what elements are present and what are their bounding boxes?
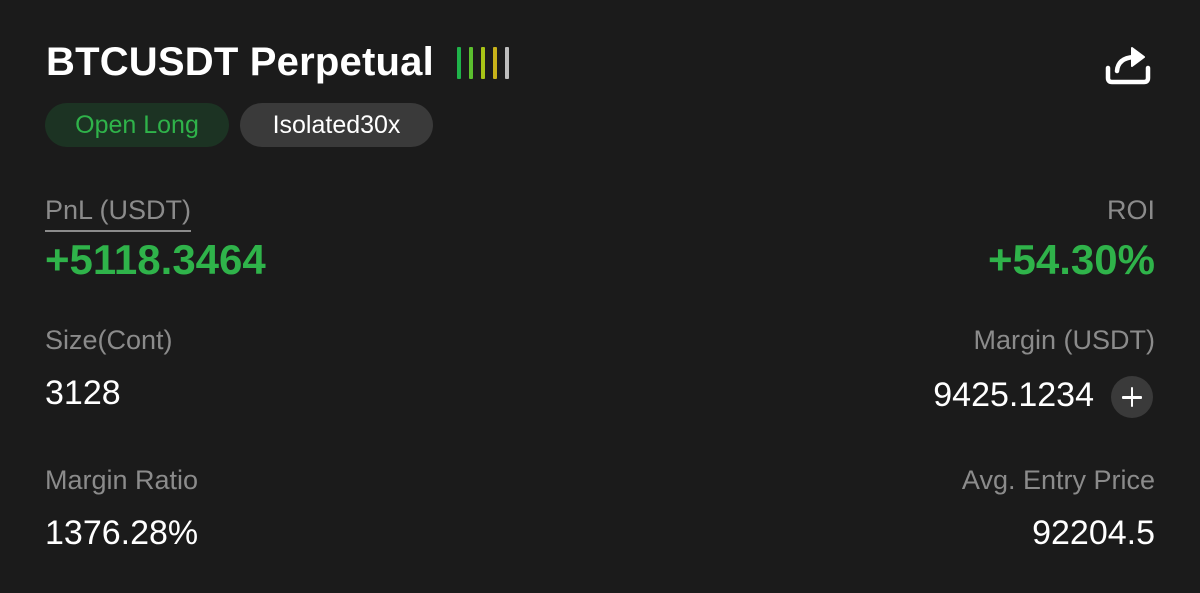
- margin-ratio-value: 1376.28%: [45, 514, 199, 552]
- entry-price-value: 92204.5: [1032, 514, 1155, 552]
- risk-bar: [493, 47, 497, 79]
- share-icon: [1105, 47, 1151, 85]
- roi-label: ROI: [1106, 195, 1155, 225]
- pnl-label[interactable]: PnL (USDT): [45, 195, 192, 232]
- risk-bar: [505, 47, 509, 79]
- roi-value: +54.30%: [988, 236, 1155, 283]
- size-value: 3128: [45, 374, 121, 412]
- pnl-value: +5118.3464: [45, 236, 266, 283]
- risk-bar: [481, 47, 485, 79]
- risk-bar: [457, 47, 461, 79]
- margin-label: Margin (USDT): [973, 325, 1155, 355]
- share-button[interactable]: [1104, 42, 1152, 86]
- position-side-tag: Open Long: [45, 103, 229, 147]
- risk-bar: [469, 47, 473, 79]
- size-label: Size(Cont): [45, 325, 173, 355]
- entry-price-label: Avg. Entry Price: [961, 465, 1155, 495]
- risk-level-icon: [457, 47, 511, 79]
- add-margin-button[interactable]: [1111, 376, 1153, 418]
- symbol-title: BTCUSDT Perpetual: [46, 40, 434, 84]
- margin-value: 9425.1234: [933, 376, 1094, 414]
- margin-mode-tag[interactable]: Isolated30x: [240, 103, 433, 147]
- position-card: BTCUSDT Perpetual Open Long Isolated30x …: [0, 0, 1200, 593]
- margin-ratio-label: Margin Ratio: [45, 465, 199, 495]
